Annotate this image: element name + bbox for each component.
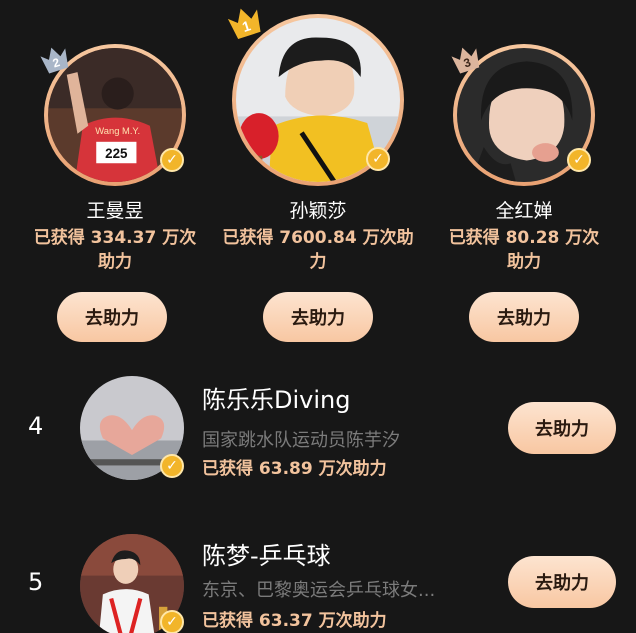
verified-check-icon: ✓ [160, 610, 184, 633]
help-button[interactable]: 去助力 [57, 292, 167, 342]
leaderboard-page: 225 Wang M.Y. 2 ✓ 王曼昱 已获得 334.37 万次 助力 去… [0, 0, 636, 633]
verified-check-icon: ✓ [160, 148, 184, 172]
svg-text:Wang M.Y.: Wang M.Y. [95, 126, 140, 136]
list-item[interactable]: 4 ✓ 陈乐乐Diving 国家跳水队运动员陈芋汐 已获得 63.89 万次助力… [0, 370, 636, 490]
row-score: 已获得 63.89 万次助力 [202, 459, 387, 479]
podium-name: 孙颖莎 [289, 200, 347, 222]
score-line-2: 助力 [98, 252, 132, 272]
podium-name: 全红婵 [495, 200, 553, 222]
help-button[interactable]: 去助力 [508, 402, 616, 454]
verified-check-icon: ✓ [567, 148, 591, 172]
podium-score: 已获得 80.28 万次 助力 [424, 226, 624, 274]
rank-number: 5 [28, 568, 44, 596]
svg-text:225: 225 [105, 146, 128, 161]
row-description: 国家跳水队运动员陈芋汐 [202, 430, 400, 451]
verified-check-icon: ✓ [366, 147, 390, 171]
help-button[interactable]: 去助力 [469, 292, 579, 342]
row-description: 东京、巴黎奥运会乒乓球女... [202, 580, 436, 601]
podium-name: 王曼昱 [86, 200, 144, 222]
score-line-1: 已获得 334.37 万次 [33, 228, 197, 248]
silver-crown-badge-icon: 2 [38, 42, 72, 76]
row-score: 已获得 63.37 万次助力 [202, 611, 387, 631]
score-line-1: 已获得 80.28 万次 [448, 228, 600, 248]
score-line-2: 助力 [507, 252, 541, 272]
podium-score: 已获得 7600.84 万次助 力 [218, 226, 418, 274]
rank-number: 4 [28, 412, 44, 440]
gold-crown-badge-icon: 1 [225, 2, 265, 42]
verified-check-icon: ✓ [160, 454, 184, 478]
podium-score: 已获得 334.37 万次 助力 [15, 226, 215, 274]
list-item[interactable]: 5 ✓ 陈梦-乒乓球 东京、巴黎奥运会乒乓球女... 已获得 63.37 万次助… [0, 528, 636, 633]
help-button[interactable]: 去助力 [263, 292, 373, 342]
score-line-2: 力 [309, 252, 327, 272]
row-title: 陈乐乐Diving [202, 386, 351, 414]
bronze-crown-badge-icon: 3 [449, 42, 483, 76]
help-button[interactable]: 去助力 [508, 556, 616, 608]
score-line-1: 已获得 7600.84 万次助 [222, 228, 414, 248]
row-title: 陈梦-乒乓球 [202, 542, 331, 570]
